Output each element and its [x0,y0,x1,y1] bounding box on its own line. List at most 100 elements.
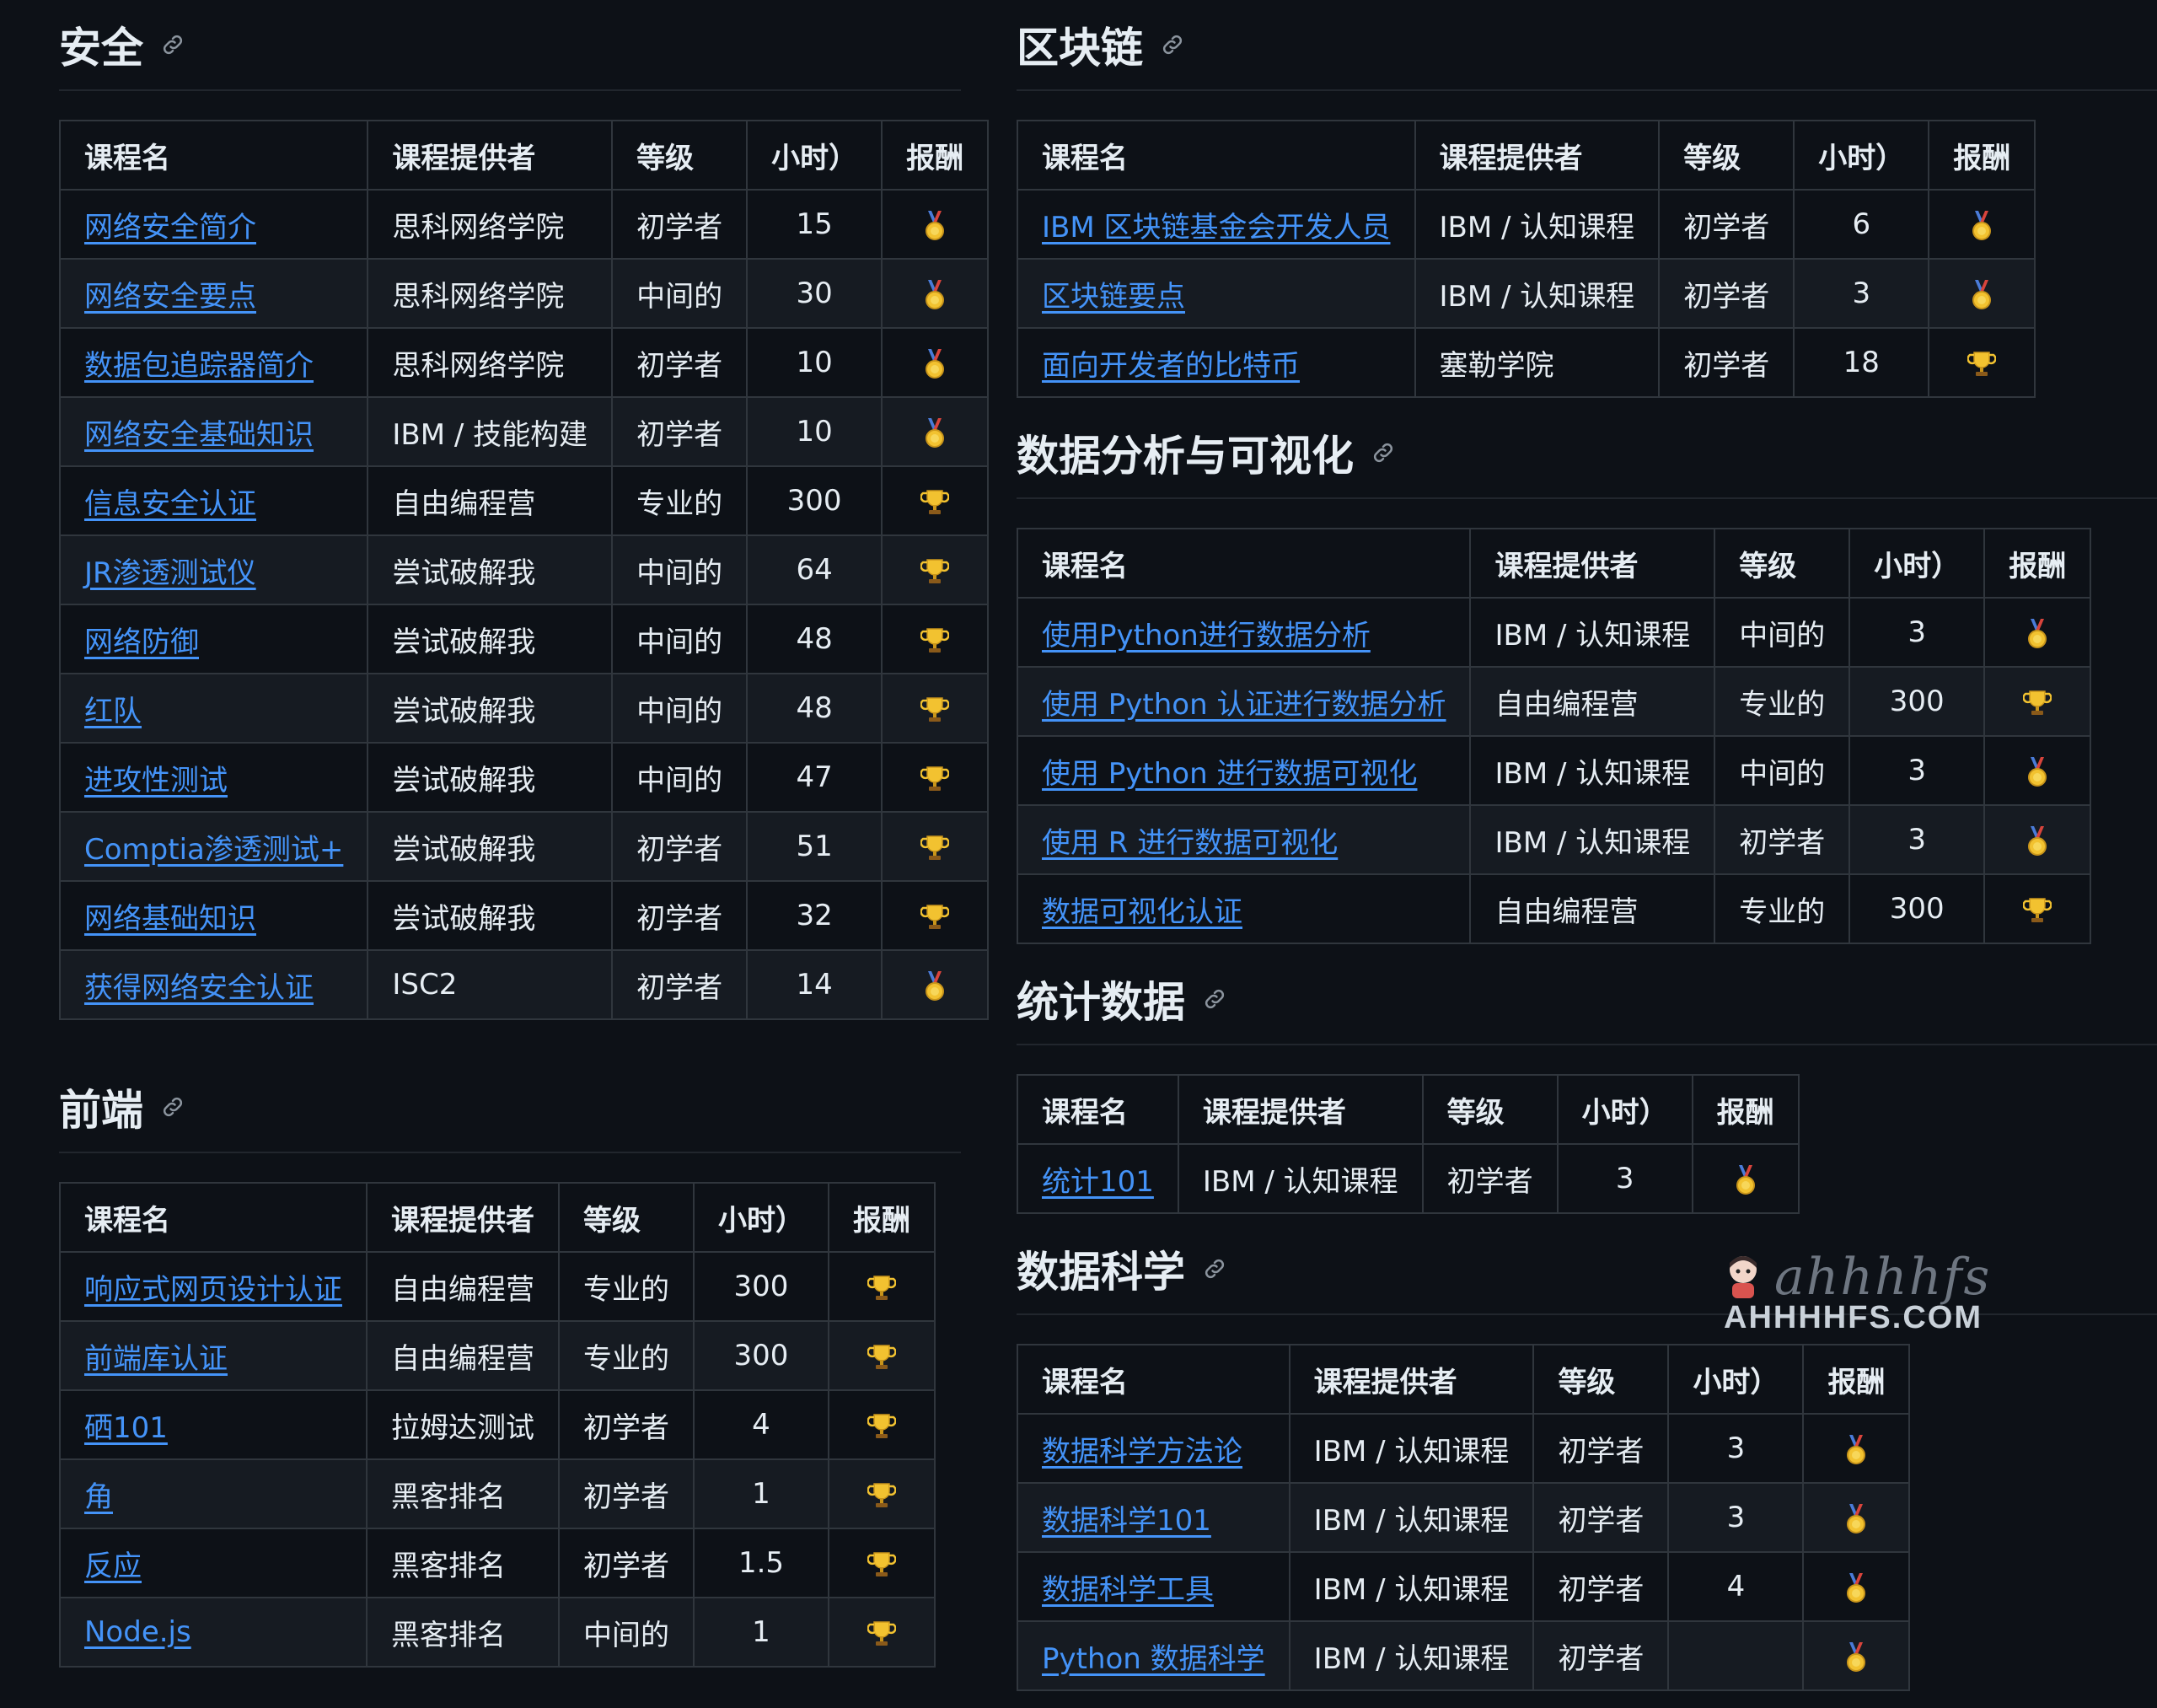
course-link[interactable]: JR渗透测试仪 [84,556,256,590]
medal-icon [923,348,947,379]
trophy-icon [2022,689,2052,717]
column-header-hours: 小时） [746,120,883,191]
medal-icon [1844,1641,1868,1673]
table-row: 数据包追踪器简介 思科网络学院 初学者 10 [58,327,990,398]
course-link[interactable]: 角 [84,1480,113,1514]
table-row: IBM 区块链基金会开发人员 IBM / 认知课程 初学者 6 [1017,189,2036,260]
table-row: 信息安全认证 自由编程营 专业的 300 [58,465,990,536]
level-cell: 初学者 [611,327,749,398]
section-statistics: 统计数据 课程名 课程提供者 等级 小时） 报酬 统计101 IBM / 认知课程 初学者 3 [1017,954,2157,1214]
course-link[interactable]: 网络安全基础知识 [84,418,314,452]
course-name-cell: 数据科学工具 [1017,1551,1290,1622]
anchor-link-icon[interactable] [1371,440,1396,465]
course-link[interactable]: 信息安全认证 [84,487,256,521]
course-link[interactable]: 面向开发者的比特币 [1042,349,1300,383]
column-header-level: 等级 [1658,120,1795,191]
medal-icon [1844,1503,1868,1534]
table-row: 网络安全基础知识 IBM / 技能构建 初学者 10 [58,396,990,467]
level-cell: 初学者 [1658,189,1795,260]
column-header-reward: 报酬 [1983,528,2092,599]
anchor-link-icon[interactable] [160,32,185,57]
level-cell: 初学者 [1532,1482,1670,1553]
trophy-icon [920,626,950,655]
course-link[interactable]: 数据科学工具 [1042,1573,1214,1607]
course-link[interactable]: Node.js [84,1615,191,1649]
anchor-link-icon[interactable] [1202,986,1227,1012]
level-cell: 专业的 [558,1251,695,1322]
section-title: 数据分析与可视化 [1017,432,1354,481]
hours-cell: 300 [693,1251,829,1322]
course-link[interactable]: 响应式网页设计认证 [84,1273,342,1307]
column-header-hours: 小时） [1793,120,1930,191]
provider-cell: 思科网络学院 [367,189,614,260]
table-row: 数据可视化认证 自由编程营 专业的 300 [1016,873,2092,944]
hours-cell: 48 [746,604,883,674]
course-link[interactable]: 进攻性测试 [84,764,228,798]
course-link[interactable]: 前端库认证 [84,1342,228,1376]
column-header-level: 等级 [1714,528,1851,599]
provider-cell: 自由编程营 [1469,873,1716,944]
course-link[interactable]: 数据科学101 [1042,1504,1211,1538]
course-link[interactable]: 获得网络安全认证 [84,971,314,1005]
column-header-hours: 小时） [693,1182,829,1253]
course-link[interactable]: 反应 [84,1550,142,1583]
course-link[interactable]: 数据科学方法论 [1042,1435,1242,1469]
level-cell: 中间的 [1714,597,1851,668]
table-row: 数据科学工具 IBM / 认知课程 初学者 4 [1017,1551,1911,1622]
reward-cell [881,811,990,882]
trophy-icon [2022,896,2052,925]
anchor-link-icon[interactable] [1160,32,1185,57]
course-link[interactable]: 数据可视化认证 [1042,895,1242,929]
course-link[interactable]: 网络安全要点 [84,280,256,314]
course-link[interactable]: 统计101 [1042,1165,1154,1199]
anchor-link-icon[interactable] [1202,1256,1227,1281]
course-link[interactable]: Comptia渗透测试+ [84,833,343,867]
table-row: 进攻性测试 尝试破解我 中间的 47 [58,742,990,813]
course-link[interactable]: 使用 R 进行数据可视化 [1042,826,1338,860]
level-cell: 初学者 [1658,258,1795,329]
table-row: 网络基础知识 尝试破解我 初学者 32 [58,880,990,951]
reward-cell [881,465,990,536]
course-link[interactable]: Python 数据科学 [1042,1642,1265,1676]
reward-cell [1802,1620,1911,1691]
column-header-name: 课程名 [1016,528,1472,599]
course-name-cell: 使用 Python 认证进行数据分析 [1016,666,1472,737]
table-row: 使用Python进行数据分析 IBM / 认知课程 中间的 3 [1016,597,2092,668]
mascot-icon [1730,1256,1757,1298]
course-link[interactable]: 使用Python进行数据分析 [1042,619,1371,653]
provider-cell: 自由编程营 [366,1320,560,1391]
course-link[interactable]: 区块链要点 [1042,280,1185,314]
reward-cell [881,949,990,1020]
course-link[interactable]: IBM 区块链基金会开发人员 [1042,211,1391,244]
table-header-row: 课程名 课程提供者 等级 小时） 报酬 [1017,120,2036,191]
course-link[interactable]: 红队 [84,695,142,728]
course-link[interactable]: 网络基础知识 [84,902,256,936]
course-name-cell: 信息安全认证 [58,465,369,536]
hours-cell: 1 [693,1597,829,1668]
provider-cell: IBM / 认知课程 [1177,1143,1424,1214]
course-link[interactable]: 硒101 [84,1411,168,1445]
level-cell: 中间的 [611,604,749,674]
course-link[interactable]: 网络安全简介 [84,211,256,244]
anchor-link-icon[interactable] [160,1094,185,1120]
course-link[interactable]: 使用 Python 认证进行数据分析 [1042,688,1446,722]
table-row: 数据科学101 IBM / 认知课程 初学者 3 [1017,1482,1911,1553]
reward-cell [881,258,990,329]
table-row: Comptia渗透测试+ 尝试破解我 初学者 51 [58,811,990,882]
hours-cell: 4 [1667,1551,1805,1622]
column-header-reward: 报酬 [881,120,990,191]
reward-cell [1983,804,2092,875]
course-link[interactable]: 使用 Python 进行数据可视化 [1042,757,1417,791]
provider-cell: 黑客排名 [366,1597,560,1668]
course-link[interactable]: 数据包追踪器简介 [84,349,314,383]
level-cell: 初学者 [558,1389,695,1460]
medal-icon [923,417,947,448]
column-header-name: 课程名 [58,120,369,191]
course-link[interactable]: 网络防御 [84,626,199,659]
column-header-reward: 报酬 [1691,1074,1800,1145]
reward-cell [828,1528,936,1598]
level-cell: 中间的 [611,534,749,605]
reward-cell [828,1320,936,1391]
hours-cell: 300 [1848,873,1986,944]
level-cell: 初学者 [558,1458,695,1529]
